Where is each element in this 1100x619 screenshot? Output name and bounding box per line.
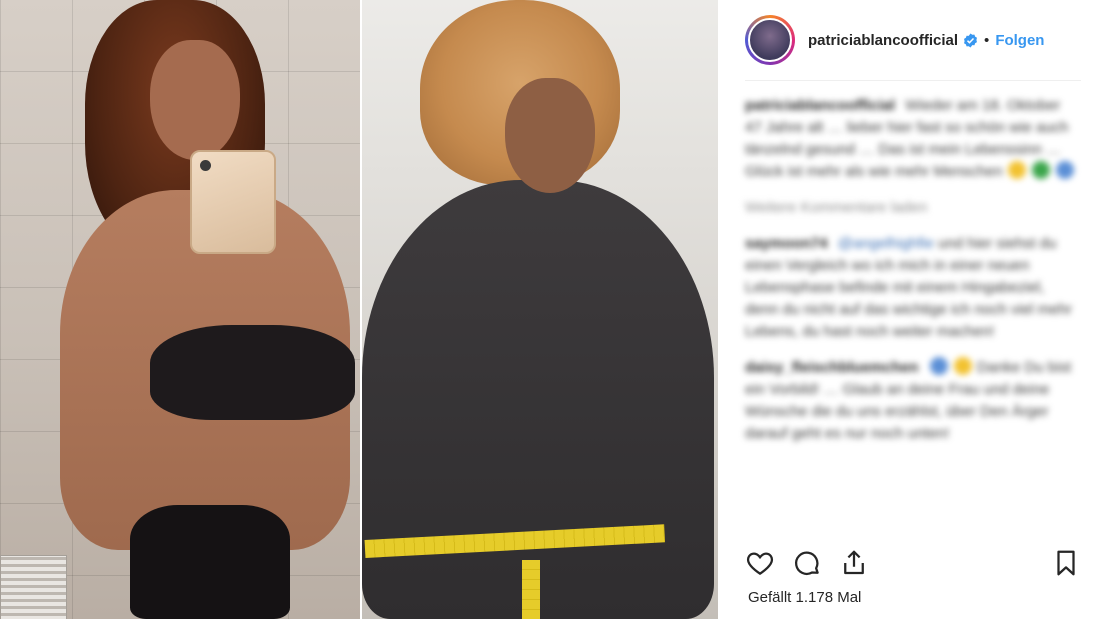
- photo-before: [0, 0, 361, 619]
- comment-username[interactable]: daisy_fleischbluemchen: [745, 359, 918, 376]
- post-actions-bar: [745, 545, 1081, 581]
- post-header: patriciablancoofficial • Folgen: [745, 0, 1081, 81]
- comments-list: patriciablancoofficial Wieder am 18. Okt…: [745, 95, 1081, 535]
- photo-lingerie-top: [150, 325, 355, 420]
- avatar[interactable]: [745, 15, 795, 65]
- comment-item: daisy_fleischbluemchen Danke Du bist ein…: [745, 357, 1081, 445]
- photo-lingerie-bottom: [130, 505, 290, 619]
- emoji-icon: [1007, 161, 1026, 179]
- load-more-label: Weitere Kommentare laden: [745, 199, 928, 216]
- post-side-panel: patriciablancoofficial • Folgen patricia…: [718, 0, 1100, 619]
- bookmark-icon[interactable]: [1051, 548, 1081, 578]
- load-more-comments[interactable]: Weitere Kommentare laden: [745, 197, 1081, 219]
- username-link[interactable]: patriciablancoofficial: [808, 32, 958, 49]
- photo-face-left: [150, 40, 240, 160]
- photo-face-right: [505, 78, 595, 193]
- smartphone-icon: [190, 150, 276, 254]
- separator-dot: •: [984, 31, 990, 49]
- comment-username[interactable]: saymoon74: [745, 235, 828, 252]
- verified-badge-icon: [963, 32, 978, 48]
- comment-username[interactable]: patriciablancoofficial: [745, 97, 895, 114]
- likes-count[interactable]: Gefällt 1.178 Mal: [748, 589, 861, 606]
- emoji-icon: [1031, 161, 1050, 179]
- emoji-icon: [953, 357, 972, 375]
- heart-icon[interactable]: [745, 548, 775, 578]
- follow-button[interactable]: Folgen: [995, 32, 1044, 49]
- emoji-icon: [1056, 161, 1075, 179]
- wall-vent: [0, 555, 67, 619]
- share-icon[interactable]: [839, 548, 869, 578]
- comment-bubble-icon[interactable]: [792, 548, 822, 578]
- measuring-tape-end: [522, 560, 540, 619]
- emoji-icon: [929, 357, 948, 375]
- comment-caption: patriciablancoofficial Wieder am 18. Okt…: [745, 95, 1081, 183]
- comment-item: saymoon74 @angelhighfie und hier siehst …: [745, 233, 1081, 343]
- post-photo[interactable]: [0, 0, 718, 619]
- comment-mention[interactable]: @angelhighfie: [838, 235, 934, 252]
- photo-divider: [360, 0, 362, 619]
